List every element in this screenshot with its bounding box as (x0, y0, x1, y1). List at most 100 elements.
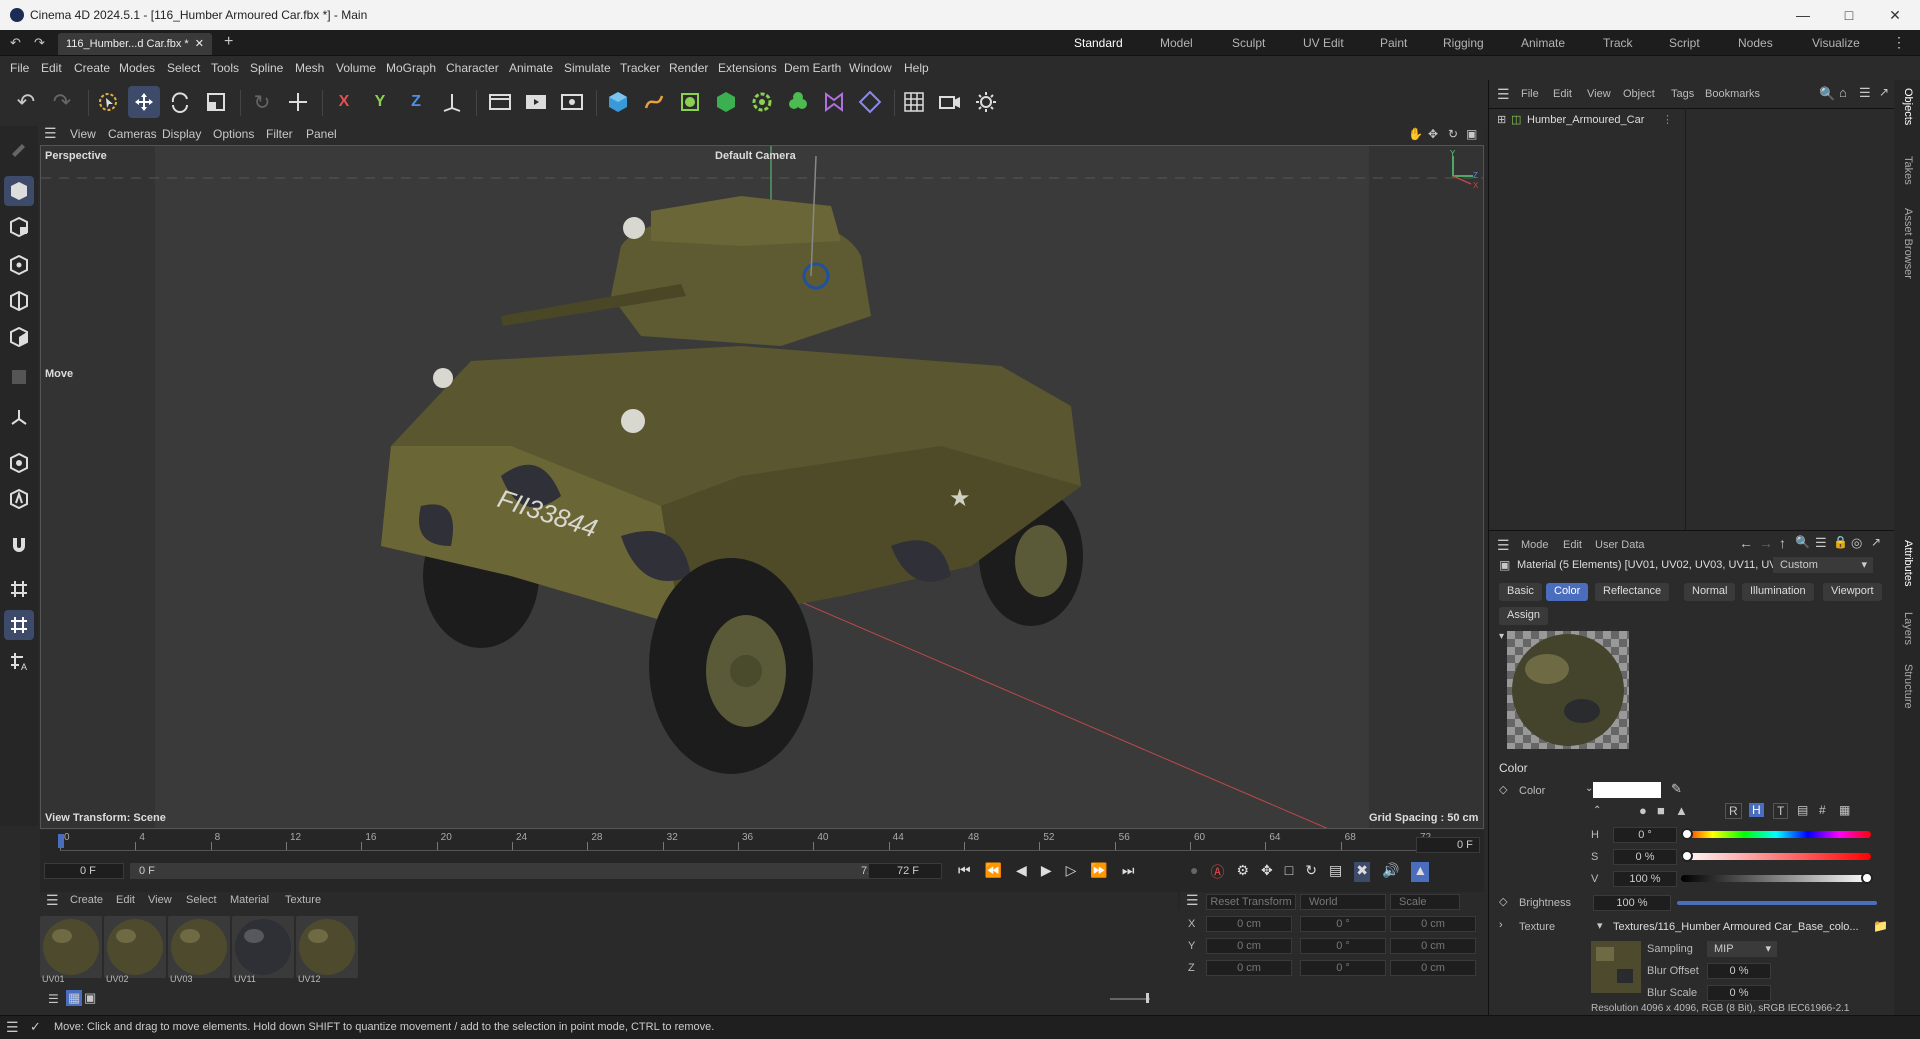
material-menu-edit[interactable]: Edit (116, 894, 135, 906)
rotation-y-field[interactable]: 0 ° (1300, 938, 1386, 954)
render-to-picture-viewer-icon[interactable] (520, 86, 552, 118)
tab-basic[interactable]: Basic (1499, 583, 1542, 601)
objects-menu-view[interactable]: View (1587, 88, 1611, 100)
viewport-menu-panel[interactable]: Panel (306, 127, 337, 141)
menu-select[interactable]: Select (167, 61, 200, 75)
edge-mode-icon[interactable] (4, 286, 34, 316)
sound-icon[interactable]: 🔊 (1382, 862, 1399, 882)
collapse-picker-icon[interactable]: ⌃ (1593, 805, 1601, 816)
menu-character[interactable]: Character (446, 61, 499, 75)
model-mode-icon[interactable] (4, 176, 34, 206)
viewport[interactable]: ★ FII33844 Perspective Default Camera Mo… (40, 145, 1484, 829)
hsv-mode-button[interactable]: H (1749, 803, 1764, 817)
transform-tool-icon[interactable]: ↻ (246, 86, 278, 118)
menu-help[interactable]: Help (904, 61, 929, 75)
menu-edit[interactable]: Edit (41, 61, 62, 75)
material-swatch[interactable]: UV02 (104, 916, 166, 984)
hue-handle[interactable] (1681, 828, 1693, 840)
saturation-field[interactable]: 0 % (1613, 849, 1677, 865)
axis-move-icon[interactable] (282, 86, 314, 118)
mograph-effector-icon[interactable] (782, 86, 814, 118)
transform-mode-select[interactable]: Scale (1390, 894, 1460, 910)
spectrum-icon[interactable]: ■ (1657, 803, 1665, 818)
texture-thumbnail[interactable] (1591, 941, 1641, 993)
position-x-field[interactable]: 0 cm (1206, 916, 1292, 932)
current-frame-field[interactable]: 0 F (1416, 837, 1480, 853)
go-to-start-icon[interactable]: ⏮ (958, 862, 971, 879)
new-window-icon[interactable]: ↗ (1879, 85, 1889, 99)
side-tab-structure[interactable]: Structure (1902, 664, 1914, 709)
snap-magnet-icon[interactable] (4, 530, 34, 560)
layout-tab-uv-edit[interactable]: UV Edit (1303, 36, 1344, 50)
layout-tab-track[interactable]: Track (1603, 36, 1633, 50)
viewport-menu-display[interactable]: Display (162, 127, 201, 141)
grid-view-icon[interactable]: ▦ (66, 990, 83, 1006)
tab-reflectance[interactable]: Reflectance (1595, 583, 1670, 601)
more-layouts-icon[interactable]: ⋮ (1892, 34, 1906, 51)
forward-arrow-icon[interactable]: → (1759, 535, 1773, 551)
value-handle[interactable] (1861, 872, 1873, 884)
texture-expand-icon[interactable]: › (1499, 919, 1503, 931)
keyframe-diamond-icon[interactable]: ◇ (1499, 783, 1507, 796)
menu-dem-earth[interactable]: Dem Earth (784, 61, 841, 75)
viewport-menu-filter[interactable]: Filter (266, 127, 293, 141)
layout-tab-nodes[interactable]: Nodes (1738, 36, 1773, 50)
planar-workplane-icon[interactable]: A (4, 646, 34, 676)
z-axis-lock-icon[interactable]: Z (400, 86, 432, 118)
material-panel-menu-icon[interactable]: ☰ (46, 892, 59, 909)
status-menu-icon[interactable]: ☰ (6, 1019, 19, 1036)
undo-icon[interactable]: ↶ (10, 86, 42, 118)
tab-normal[interactable]: Normal (1684, 583, 1736, 601)
viewport-menu-view[interactable]: View (70, 127, 96, 141)
sampling-select[interactable]: MIP ▾ (1707, 941, 1777, 957)
key-param-icon[interactable]: ▤ (1329, 862, 1342, 882)
spline-pen-icon[interactable] (638, 86, 670, 118)
object-list-item[interactable]: ⊞ ◫ Humber_Armoured_Car ⋮ (1497, 112, 1857, 130)
attr-menu-edit[interactable]: Edit (1563, 539, 1582, 551)
side-tab-layers[interactable]: Layers (1902, 612, 1914, 645)
x-axis-lock-icon[interactable]: X (328, 86, 360, 118)
menu-spline[interactable]: Spline (250, 61, 283, 75)
texture-dropdown-icon[interactable]: ▾ (1597, 919, 1603, 932)
objects-panel-menu-icon[interactable]: ☰ (1497, 86, 1510, 103)
minimize-button[interactable]: — (1780, 0, 1826, 30)
previous-key-icon[interactable]: ⏪ (985, 862, 1002, 879)
toggle-view-icon[interactable]: ▣ (1466, 127, 1477, 141)
menu-modes[interactable]: Modes (119, 61, 155, 75)
layout-tab-sculpt[interactable]: Sculpt (1232, 36, 1265, 50)
key-scale-icon[interactable]: □ (1285, 862, 1293, 882)
solo-mode-icon[interactable] (4, 484, 34, 514)
hue-field[interactable]: 0 ° (1613, 827, 1677, 843)
cube-icon[interactable] (602, 86, 634, 118)
timeline-ruler[interactable]: 04812162024283236404448525660646872 (60, 832, 1431, 850)
move-tool-icon[interactable] (128, 86, 160, 118)
key-pla-icon[interactable]: ✖ (1354, 862, 1370, 882)
field-icon[interactable] (854, 86, 886, 118)
position-z-field[interactable]: 0 cm (1206, 960, 1292, 976)
active-camera-label[interactable]: Default Camera (715, 150, 796, 162)
color-swatch[interactable] (1593, 782, 1661, 798)
grid-snap-icon[interactable] (4, 610, 34, 640)
blur-scale-field[interactable]: 0 % (1707, 985, 1771, 1001)
material-menu-texture[interactable]: Texture (285, 894, 321, 906)
brightness-field[interactable]: 100 % (1593, 895, 1671, 911)
zoom-slider[interactable] (1110, 998, 1150, 1000)
menu-mesh[interactable]: Mesh (295, 61, 324, 75)
uv-mode-icon[interactable] (4, 362, 34, 392)
light-icon[interactable] (970, 86, 1002, 118)
coord-panel-menu-icon[interactable]: ☰ (1186, 892, 1199, 909)
redo-history-icon[interactable]: ↷ (34, 35, 45, 51)
render-view-icon[interactable] (484, 86, 516, 118)
tab-viewport[interactable]: Viewport (1823, 583, 1882, 601)
scale-z-field[interactable]: 0 cm (1390, 960, 1476, 976)
viewport-menu-cameras[interactable]: Cameras (108, 127, 157, 141)
collapse-preview-icon[interactable]: ▾ (1499, 631, 1504, 642)
hue-slider[interactable] (1681, 831, 1871, 838)
side-tab-takes[interactable]: Takes (1902, 156, 1914, 185)
preview-range-slider[interactable]: 0 F 72 F (130, 863, 890, 879)
temperature-mode-button[interactable]: T (1773, 803, 1789, 819)
texture-mode-icon[interactable] (4, 212, 34, 242)
list-view-icon[interactable]: ☰ (48, 992, 59, 1006)
attr-menu-mode[interactable]: Mode (1521, 539, 1549, 551)
material-swatch[interactable]: UV03 (168, 916, 230, 984)
